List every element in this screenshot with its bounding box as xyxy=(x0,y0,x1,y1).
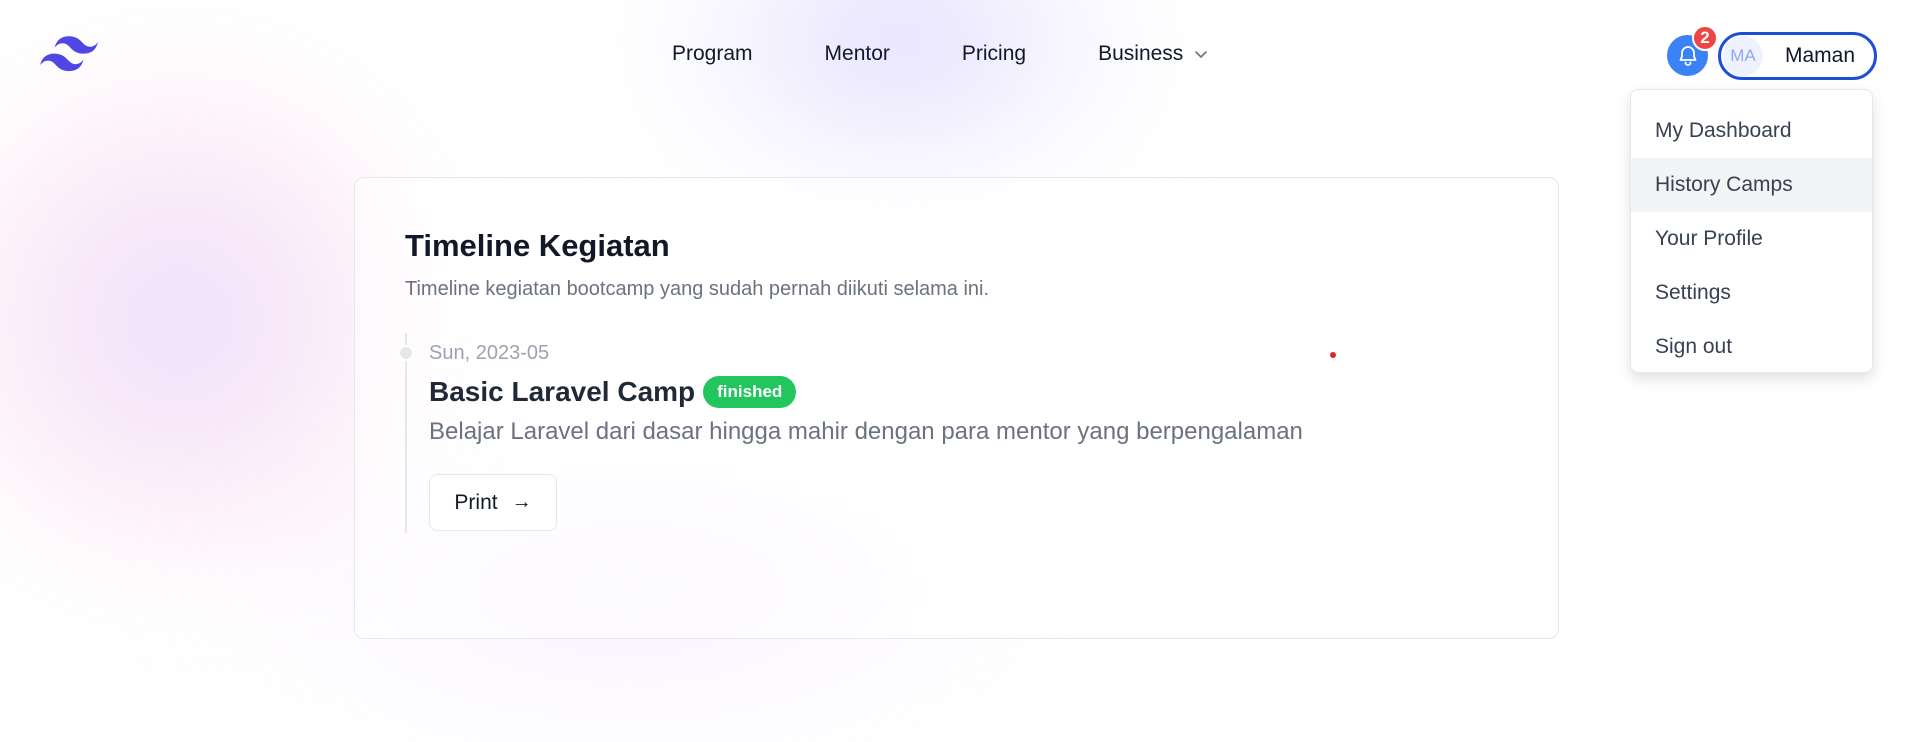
page-subtitle: Timeline kegiatan bootcamp yang sudah pe… xyxy=(405,278,990,300)
menu-item-your-profile[interactable]: Your Profile xyxy=(1631,212,1872,266)
menu-item-my-dashboard[interactable]: My Dashboard xyxy=(1631,104,1872,158)
timeline-line xyxy=(405,333,407,533)
nav-item-mentor[interactable]: Mentor xyxy=(825,42,890,66)
cursor-dot xyxy=(1330,352,1336,358)
chevron-down-icon xyxy=(1195,51,1208,58)
notification-count-badge: 2 xyxy=(1692,25,1718,51)
user-name: Maman xyxy=(1785,44,1856,67)
menu-item-history-camps[interactable]: History Camps xyxy=(1631,158,1872,212)
avatar: MA xyxy=(1723,36,1763,76)
menu-item-sign-out[interactable]: Sign out xyxy=(1631,320,1872,374)
nav-item-label: Business xyxy=(1098,42,1184,65)
menu-item-settings[interactable]: Settings xyxy=(1631,266,1872,320)
event-date: Sun, 2023-05 xyxy=(429,342,550,364)
user-menu-button[interactable]: MA Maman xyxy=(1718,32,1877,80)
print-button[interactable]: Print → xyxy=(429,474,557,531)
header: Program Mentor Pricing Business 2 MA Mam… xyxy=(0,0,1912,112)
arrow-right-icon: → xyxy=(511,491,532,513)
timeline-card: Timeline Kegiatan Timeline kegiatan boot… xyxy=(354,177,1559,639)
event-description: Belajar Laravel dari dasar hingga mahir … xyxy=(429,418,1303,445)
event-header: Basic Laravel Camp finished xyxy=(429,376,797,408)
nav-item-program[interactable]: Program xyxy=(672,42,753,66)
event-title: Basic Laravel Camp xyxy=(429,376,696,407)
nav-item-business[interactable]: Business xyxy=(1098,42,1209,66)
print-button-label: Print xyxy=(454,490,498,514)
main-nav: Program Mentor Pricing Business xyxy=(672,42,1209,66)
timeline-dot xyxy=(398,345,414,361)
page-title: Timeline Kegiatan xyxy=(405,228,670,263)
user-dropdown-menu: My Dashboard History Camps Your Profile … xyxy=(1630,89,1873,373)
nav-item-pricing[interactable]: Pricing xyxy=(962,42,1026,66)
logo-icon[interactable] xyxy=(40,36,98,76)
status-badge: finished xyxy=(703,376,797,408)
